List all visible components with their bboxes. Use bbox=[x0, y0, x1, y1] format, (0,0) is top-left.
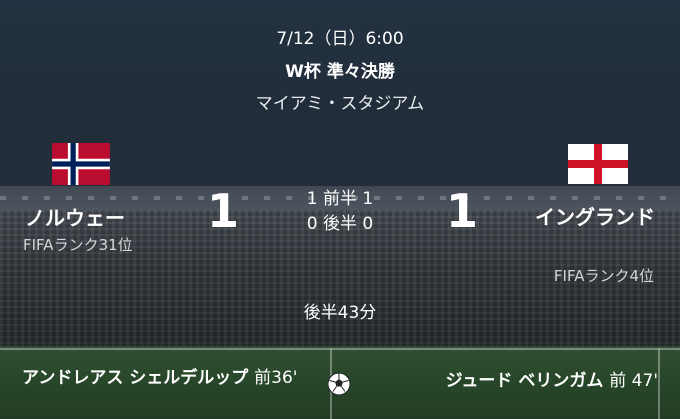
home-scorer-name: アンドレアス シェルデルップ bbox=[22, 368, 249, 388]
match-datetime: 7/12（日）6:00 bbox=[276, 29, 404, 49]
match-clock: 後半43分 bbox=[303, 303, 377, 323]
england-flag-icon bbox=[568, 144, 628, 184]
venue-name: マイアミ・スタジアム bbox=[255, 94, 425, 114]
home-goal-scorer: アンドレアス シェルデルップ 前36' bbox=[22, 366, 322, 390]
away-scorer-time: 前 47' bbox=[609, 371, 658, 391]
home-team-rank: FIFAランク31位 bbox=[23, 236, 133, 254]
away-goal-scorer: ジュード ベリンガム 前 47' bbox=[446, 366, 658, 391]
home-scorer-time: 前36' bbox=[254, 368, 298, 388]
soccer-ball-icon bbox=[327, 372, 351, 396]
away-team-rank: FIFAランク4位 bbox=[553, 267, 654, 285]
away-score: 1 bbox=[446, 184, 479, 238]
competition-name: W杯 準々決勝 bbox=[285, 62, 395, 82]
away-scorer-name: ジュード ベリンガム bbox=[445, 371, 604, 391]
norway-flag-icon bbox=[52, 143, 110, 185]
away-team-name[interactable]: イングランド bbox=[525, 202, 655, 232]
